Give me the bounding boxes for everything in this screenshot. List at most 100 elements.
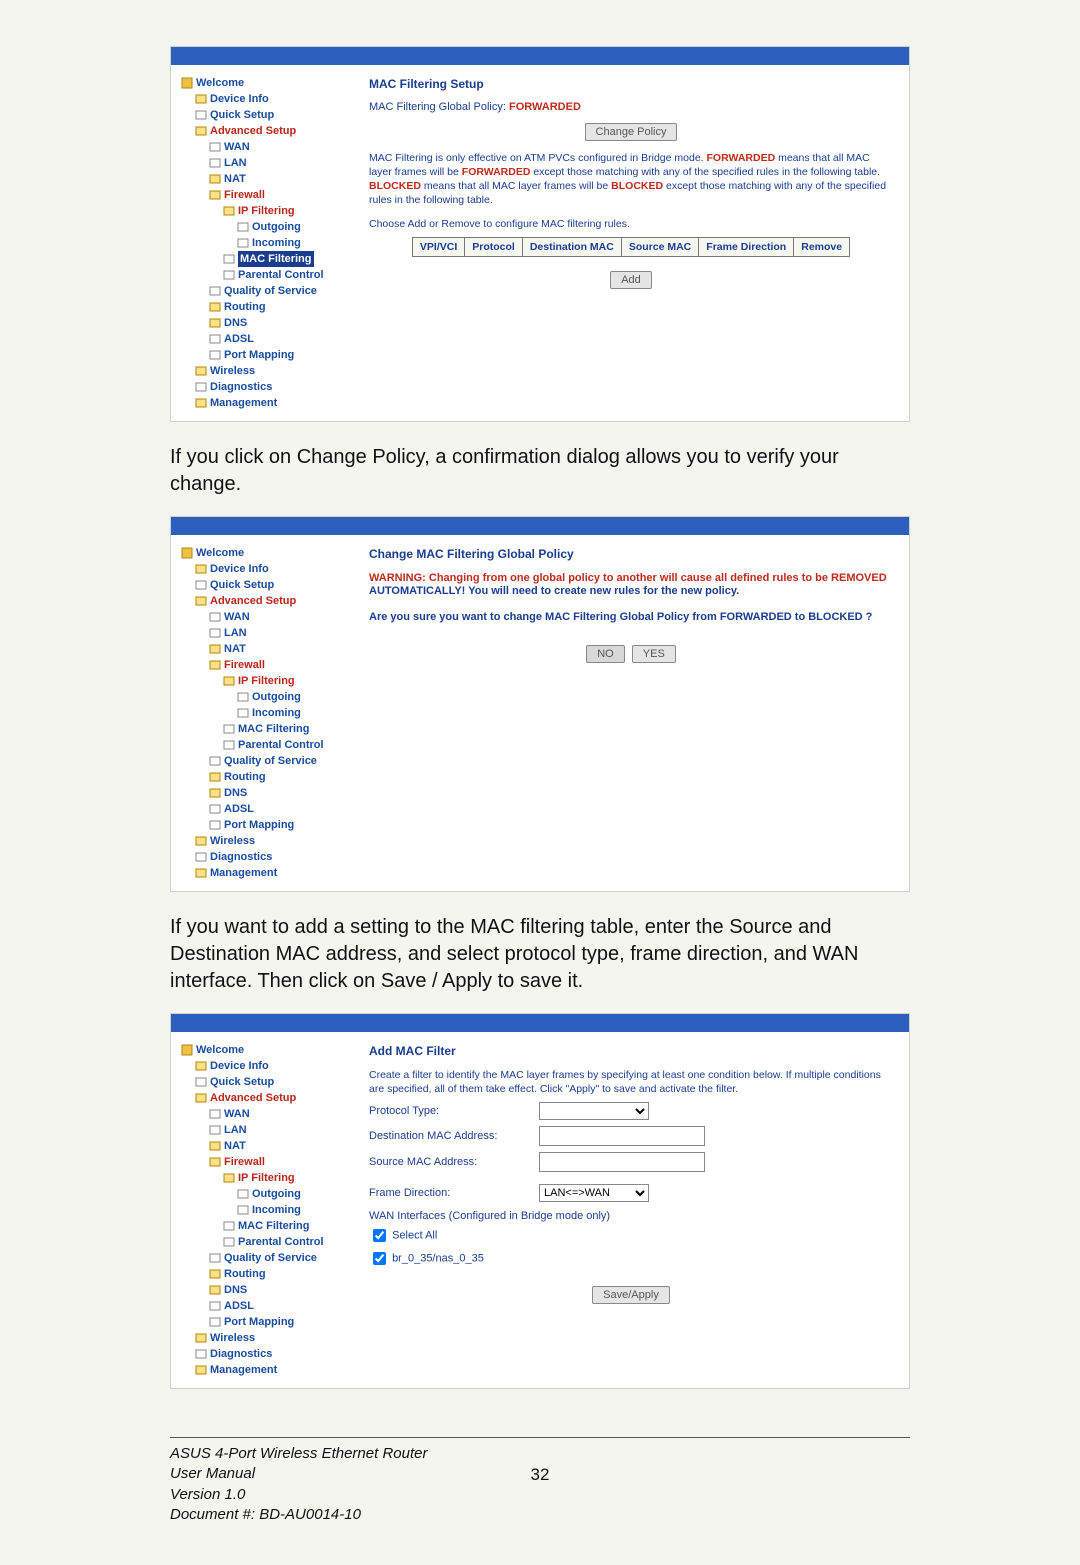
tree-welcome[interactable]: Welcome	[181, 1042, 347, 1058]
tree-advanced-setup[interactable]: Advanced Setup	[181, 593, 347, 609]
main-pane: MAC Filtering Setup MAC Filtering Global…	[353, 65, 909, 421]
tree-firewall[interactable]: Firewall	[181, 187, 347, 203]
t: MAC Filtering is only effective on ATM P…	[369, 152, 707, 164]
tree-routing[interactable]: Routing	[181, 1266, 347, 1282]
tree-outgoing[interactable]: Outgoing	[181, 219, 347, 235]
tree-quick-setup[interactable]: Quick Setup	[181, 577, 347, 593]
tree-label: IP Filtering	[238, 673, 295, 689]
tree-label: Outgoing	[252, 1186, 301, 1202]
tree-dns[interactable]: DNS	[181, 785, 347, 801]
tree-label: Wireless	[210, 363, 255, 379]
tree-wireless[interactable]: Wireless	[181, 833, 347, 849]
tree-incoming[interactable]: Incoming	[181, 1202, 347, 1218]
tree-adsl[interactable]: ADSL	[181, 1298, 347, 1314]
tree-label: Advanced Setup	[210, 1090, 296, 1106]
src-mac-input[interactable]	[539, 1152, 705, 1172]
tree-outgoing[interactable]: Outgoing	[181, 689, 347, 705]
select-all-checkbox[interactable]	[373, 1229, 386, 1242]
tree-lan[interactable]: LAN	[181, 1122, 347, 1138]
tree-welcome[interactable]: Welcome	[181, 75, 347, 91]
tree-wan[interactable]: WAN	[181, 139, 347, 155]
tree-adsl[interactable]: ADSL	[181, 801, 347, 817]
protocol-type-select[interactable]	[539, 1102, 649, 1120]
tree-advanced-setup[interactable]: Advanced Setup	[181, 123, 347, 139]
tree-port-mapping[interactable]: Port Mapping	[181, 1314, 347, 1330]
tree-label: Welcome	[196, 1042, 244, 1058]
tree-mac-filtering[interactable]: MAC Filtering	[181, 1218, 347, 1234]
tree-firewall[interactable]: Firewall	[181, 1154, 347, 1170]
tree-routing[interactable]: Routing	[181, 769, 347, 785]
tree-firewall[interactable]: Firewall	[181, 657, 347, 673]
tree-mac-filtering[interactable]: MAC Filtering	[181, 721, 347, 737]
explain-text: MAC Filtering is only effective on ATM P…	[369, 151, 893, 207]
tree-port-mapping[interactable]: Port Mapping	[181, 347, 347, 363]
main-pane: Add MAC Filter Create a filter to identi…	[353, 1032, 909, 1388]
add-button[interactable]: Add	[610, 271, 652, 289]
dest-mac-input[interactable]	[539, 1126, 705, 1146]
screenshot-add-mac-filter: Welcome Device Info Quick Setup Advanced…	[170, 1013, 910, 1389]
tree-nat[interactable]: NAT	[181, 1138, 347, 1154]
tree-welcome[interactable]: Welcome	[181, 545, 347, 561]
tree-device-info[interactable]: Device Info	[181, 1058, 347, 1074]
tree-quick-setup[interactable]: Quick Setup	[181, 107, 347, 123]
tree-label: Outgoing	[252, 219, 301, 235]
tree-device-info[interactable]: Device Info	[181, 91, 347, 107]
tree-ip-filtering[interactable]: IP Filtering	[181, 673, 347, 689]
tree-ip-filtering[interactable]: IP Filtering	[181, 203, 347, 219]
tree-label: Welcome	[196, 75, 244, 91]
tree-label: NAT	[224, 641, 246, 657]
tree-adsl[interactable]: ADSL	[181, 331, 347, 347]
save-apply-button[interactable]: Save/Apply	[592, 1286, 670, 1304]
tree-routing[interactable]: Routing	[181, 299, 347, 315]
interface-checkbox[interactable]	[373, 1252, 386, 1265]
tree-device-info[interactable]: Device Info	[181, 561, 347, 577]
tree-lan[interactable]: LAN	[181, 155, 347, 171]
tree-qos[interactable]: Quality of Service	[181, 283, 347, 299]
tree-label: LAN	[224, 155, 247, 171]
tree-advanced-setup[interactable]: Advanced Setup	[181, 1090, 347, 1106]
tree-qos[interactable]: Quality of Service	[181, 753, 347, 769]
tree-label: Parental Control	[238, 267, 324, 283]
tree-label: Wireless	[210, 1330, 255, 1346]
tree-management[interactable]: Management	[181, 395, 347, 411]
tree-nat[interactable]: NAT	[181, 171, 347, 187]
tree-outgoing[interactable]: Outgoing	[181, 1186, 347, 1202]
tree-diagnostics[interactable]: Diagnostics	[181, 1346, 347, 1362]
tree-label: Firewall	[224, 657, 265, 673]
tree-dns[interactable]: DNS	[181, 1282, 347, 1298]
tree-management[interactable]: Management	[181, 865, 347, 881]
label-frame-direction: Frame Direction:	[369, 1187, 539, 1199]
tree-incoming[interactable]: Incoming	[181, 235, 347, 251]
tree-incoming[interactable]: Incoming	[181, 705, 347, 721]
tree-label: Port Mapping	[224, 1314, 294, 1330]
tree-dns[interactable]: DNS	[181, 315, 347, 331]
no-button[interactable]: NO	[586, 645, 625, 663]
yes-button[interactable]: YES	[632, 645, 676, 663]
tree-diagnostics[interactable]: Diagnostics	[181, 849, 347, 865]
frame-direction-select[interactable]: LAN<=>WAN	[539, 1184, 649, 1202]
tree-nat[interactable]: NAT	[181, 641, 347, 657]
tree-wireless[interactable]: Wireless	[181, 363, 347, 379]
tree-parental[interactable]: Parental Control	[181, 737, 347, 753]
tree-diagnostics[interactable]: Diagnostics	[181, 379, 347, 395]
tree-parental[interactable]: Parental Control	[181, 1234, 347, 1250]
footer-line1: ASUS 4-Port Wireless Ethernet Router	[170, 1444, 910, 1464]
tree-label: Diagnostics	[210, 379, 272, 395]
warning-line2: AUTOMATICALLY! You will need to create n…	[369, 585, 893, 597]
tree-label: DNS	[224, 1282, 247, 1298]
tree-qos[interactable]: Quality of Service	[181, 1250, 347, 1266]
change-policy-button[interactable]: Change Policy	[585, 123, 678, 141]
tree-quick-setup[interactable]: Quick Setup	[181, 1074, 347, 1090]
tree-lan[interactable]: LAN	[181, 625, 347, 641]
t: FORWARDED	[462, 166, 531, 178]
policy-line: MAC Filtering Global Policy: FORWARDED	[369, 101, 893, 113]
tree-management[interactable]: Management	[181, 1362, 347, 1378]
tree-parental[interactable]: Parental Control	[181, 267, 347, 283]
tree-wan[interactable]: WAN	[181, 1106, 347, 1122]
row-interface: br_0_35/nas_0_35	[369, 1249, 893, 1268]
tree-wireless[interactable]: Wireless	[181, 1330, 347, 1346]
tree-port-mapping[interactable]: Port Mapping	[181, 817, 347, 833]
tree-ip-filtering[interactable]: IP Filtering	[181, 1170, 347, 1186]
tree-mac-filtering[interactable]: MAC Filtering	[181, 251, 347, 267]
tree-wan[interactable]: WAN	[181, 609, 347, 625]
